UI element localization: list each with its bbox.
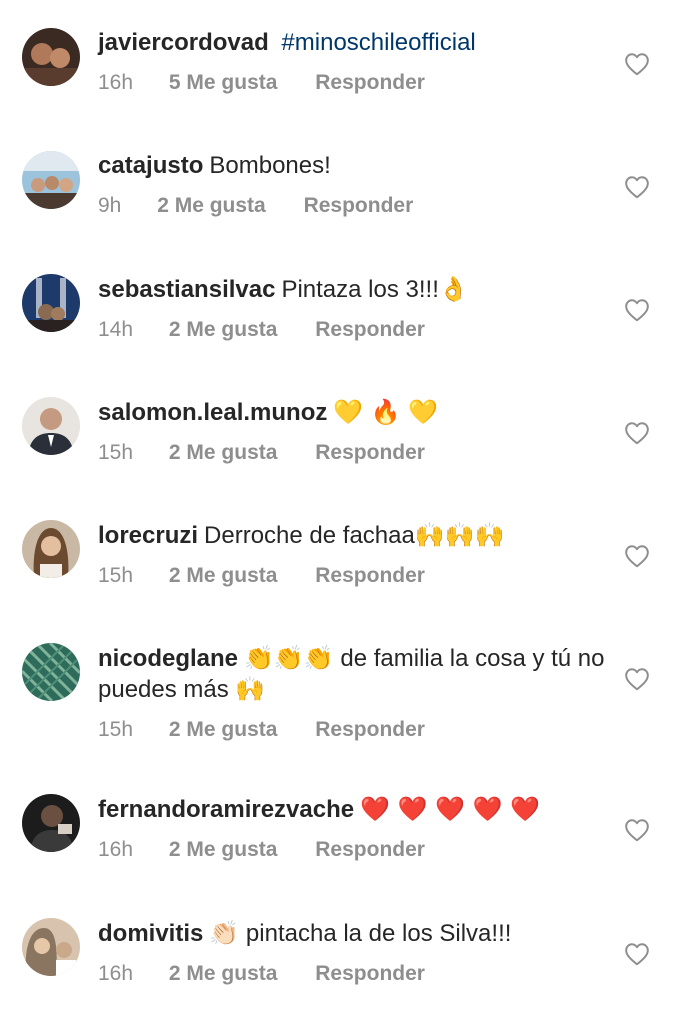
comment-body: catajusto Bombones! 9h 2 Me gusta Respond… — [98, 151, 608, 219]
comment-likes[interactable]: 5 Me gusta — [169, 71, 278, 94]
comment-username[interactable]: domivitis — [98, 920, 203, 947]
comment-likes[interactable]: 2 Me gusta — [157, 194, 266, 217]
comment-text: nicodeglane 👏👏👏 de familia la cosa y tú n… — [98, 643, 608, 705]
comment-time: 15h — [98, 564, 134, 587]
avatar[interactable] — [22, 274, 80, 332]
comment-username[interactable]: sebastiansilvac — [98, 276, 275, 303]
comment-message: pintacha la de los Silva!!! — [245, 920, 512, 947]
comment-meta: 14h 2 Me gusta Responder — [98, 317, 608, 343]
comment-username[interactable]: fernandoramirezvache — [98, 796, 354, 823]
ok-hand-emoji: 👌 — [438, 275, 469, 303]
reply-button[interactable]: Responder — [315, 564, 425, 587]
comment-body: nicodeglane 👏👏👏 de familia la cosa y tú n… — [98, 643, 608, 743]
comment-time: 15h — [98, 441, 134, 464]
comment-username[interactable]: javiercordovad — [98, 29, 269, 56]
comment-time: 14h — [98, 318, 134, 341]
raising-hands-emoji: 🙌 — [235, 675, 266, 703]
comment-meta: 15h 2 Me gusta Responder — [98, 717, 608, 743]
comment-text: salomon.leal.munoz 💛 🔥 💛 — [98, 397, 608, 428]
comment-likes[interactable]: 2 Me gusta — [169, 718, 278, 741]
heart-outline-icon[interactable] — [624, 175, 650, 199]
comment-meta: 16h 2 Me gusta Responder — [98, 961, 608, 987]
comment-time: 16h — [98, 838, 134, 861]
avatar[interactable] — [22, 918, 80, 976]
reply-button[interactable]: Responder — [304, 194, 414, 217]
clapping-hands-emoji: 👏🏻 — [209, 919, 240, 947]
comment-meta: 15h 2 Me gusta Responder — [98, 440, 608, 466]
reply-button[interactable]: Responder — [315, 441, 425, 464]
comment-time: 9h — [98, 194, 122, 217]
comment-username[interactable]: salomon.leal.munoz — [98, 399, 327, 426]
comment-meta: 15h 2 Me gusta Responder — [98, 563, 608, 589]
comment-text: lorecruzi Derroche de fachaa🙌🙌🙌 — [98, 520, 608, 551]
reply-button[interactable]: Responder — [315, 962, 425, 985]
comment-message: Bombones! — [209, 152, 331, 179]
comment-likes[interactable]: 2 Me gusta — [169, 318, 278, 341]
raising-hands-emoji: 🙌🙌🙌 — [414, 521, 505, 549]
reply-button[interactable]: Responder — [315, 318, 425, 341]
reply-button[interactable]: Responder — [315, 838, 425, 861]
heart-fire-emoji: 💛 🔥 💛 — [333, 398, 439, 426]
reply-button[interactable]: Responder — [315, 71, 425, 94]
reply-button[interactable]: Responder — [315, 718, 425, 741]
comment-body: domivitis 👏🏻 pintacha la de los Silva!!! … — [98, 918, 608, 987]
comment-time: 16h — [98, 962, 134, 985]
heart-outline-icon[interactable] — [624, 52, 650, 76]
comment-message: Derroche de fachaa — [204, 522, 415, 549]
comments-list: javiercordovad #minoschileofficial 16h 5… — [0, 0, 688, 1024]
comment-time: 15h — [98, 718, 134, 741]
comment-username[interactable]: catajusto — [98, 152, 203, 179]
comment-hashtag[interactable]: #minoschileofficial — [281, 29, 475, 56]
heart-outline-icon[interactable] — [624, 544, 650, 568]
comment-text: javiercordovad #minoschileofficial — [98, 28, 608, 58]
comment-text: fernandoramirezvache ❤️ ❤️ ❤️ ❤️ ❤️ — [98, 794, 608, 825]
heart-outline-icon[interactable] — [624, 298, 650, 322]
comment-meta: 16h 2 Me gusta Responder — [98, 837, 608, 863]
comment-body: lorecruzi Derroche de fachaa🙌🙌🙌 15h 2 Me … — [98, 520, 608, 589]
comment-username[interactable]: lorecruzi — [98, 522, 198, 549]
comment-likes[interactable]: 2 Me gusta — [169, 441, 278, 464]
comment-message: Pintaza los 3!!! — [281, 276, 439, 303]
red-heart-emoji: ❤️ ❤️ ❤️ ❤️ ❤️ — [360, 795, 541, 823]
comment-likes[interactable]: 2 Me gusta — [169, 838, 278, 861]
avatar[interactable] — [22, 643, 80, 701]
comment-body: salomon.leal.munoz 💛 🔥 💛 15h 2 Me gusta R… — [98, 397, 608, 466]
comment-text: sebastiansilvac Pintaza los 3!!!👌 — [98, 274, 608, 305]
comment-body: sebastiansilvac Pintaza los 3!!!👌 14h 2 M… — [98, 274, 608, 343]
heart-outline-icon[interactable] — [624, 421, 650, 445]
comment-meta: 16h 5 Me gusta Responder — [98, 70, 608, 96]
avatar[interactable] — [22, 397, 80, 455]
avatar[interactable] — [22, 794, 80, 852]
avatar[interactable] — [22, 28, 80, 86]
comment-likes[interactable]: 2 Me gusta — [169, 564, 278, 587]
comment-username[interactable]: nicodeglane — [98, 645, 238, 672]
avatar[interactable] — [22, 520, 80, 578]
heart-outline-icon[interactable] — [624, 818, 650, 842]
clapping-hands-emoji: 👏👏👏 — [244, 644, 334, 672]
avatar[interactable] — [22, 151, 80, 209]
comment-likes[interactable]: 2 Me gusta — [169, 962, 278, 985]
comment-body: javiercordovad #minoschileofficial 16h 5… — [98, 28, 608, 96]
heart-outline-icon[interactable] — [624, 667, 650, 691]
comment-body: fernandoramirezvache ❤️ ❤️ ❤️ ❤️ ❤️ 16h 2… — [98, 794, 608, 863]
comment-text: catajusto Bombones! — [98, 151, 608, 181]
comment-text: domivitis 👏🏻 pintacha la de los Silva!!! — [98, 918, 608, 949]
comment-time: 16h — [98, 71, 134, 94]
comment-meta: 9h 2 Me gusta Responder — [98, 193, 608, 219]
heart-outline-icon[interactable] — [624, 942, 650, 966]
